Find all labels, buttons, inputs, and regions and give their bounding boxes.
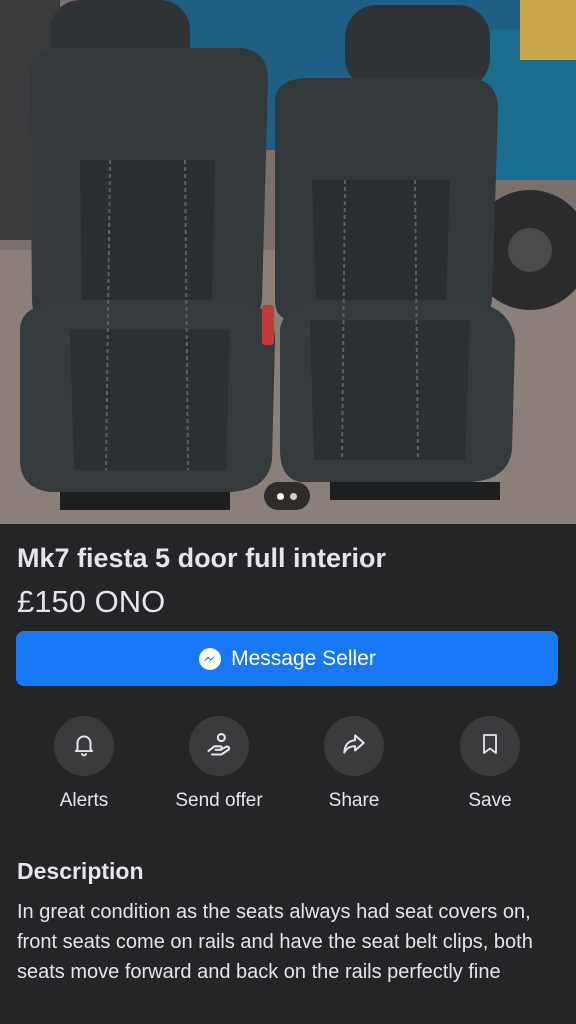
- offer-icon: [205, 730, 233, 763]
- alerts-circle: [54, 716, 114, 776]
- send-offer-label: Send offer: [175, 790, 263, 811]
- carousel-dot: [290, 492, 297, 500]
- share-button[interactable]: Share: [294, 716, 414, 812]
- description-heading: Description: [17, 858, 144, 884]
- send-offer-button[interactable]: Send offer: [159, 716, 279, 812]
- save-circle: [460, 716, 520, 776]
- bookmark-icon: [478, 732, 502, 761]
- message-seller-button[interactable]: Message Seller: [16, 631, 558, 686]
- send-offer-circle: [189, 716, 249, 776]
- message-seller-label: Message Seller: [231, 646, 376, 670]
- save-label: Save: [468, 790, 512, 811]
- car-seats-image: [0, 0, 576, 524]
- listing-title: Mk7 fiesta 5 door full interior: [17, 543, 387, 573]
- listing-photo[interactable]: [0, 0, 576, 524]
- share-icon: [341, 731, 367, 762]
- listing-price: £150 ONO: [17, 584, 166, 619]
- alerts-label: Alerts: [59, 790, 109, 811]
- messenger-icon: [198, 647, 222, 671]
- carousel-dot-active: [277, 492, 284, 500]
- carousel-indicator[interactable]: [264, 482, 310, 510]
- description-text: In great condition as the seats always h…: [17, 901, 533, 983]
- alerts-button[interactable]: Alerts: [24, 716, 144, 812]
- share-label: Share: [328, 790, 380, 811]
- bell-icon: [71, 731, 97, 762]
- save-button[interactable]: Save: [430, 716, 550, 812]
- action-bar: Alerts Send offer Share Save: [0, 716, 576, 816]
- share-circle: [324, 716, 384, 776]
